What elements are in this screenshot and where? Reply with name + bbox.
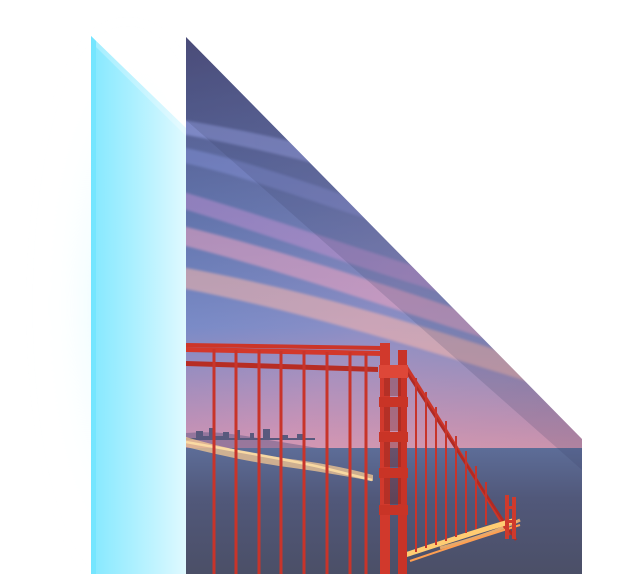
hero-graphic	[58, 36, 582, 574]
glass-panel	[91, 36, 186, 574]
bridge-photo-panel	[186, 37, 582, 574]
hero-illustration	[0, 0, 638, 574]
